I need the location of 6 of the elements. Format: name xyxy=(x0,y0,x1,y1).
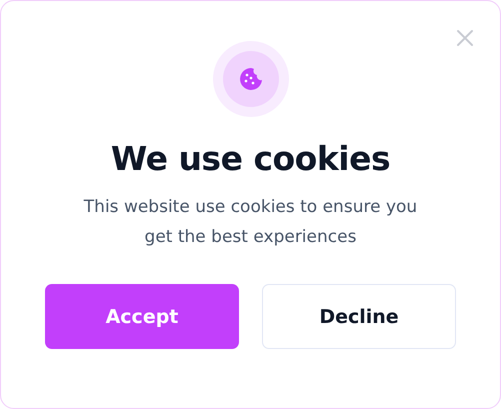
dialog-message: This website use cookies to ensure you get the best experiences xyxy=(82,196,418,249)
decline-button[interactable]: Decline xyxy=(262,284,456,349)
dialog-title: We use cookies xyxy=(110,139,390,178)
close-icon[interactable] xyxy=(456,29,474,47)
accept-button[interactable]: Accept xyxy=(45,284,239,349)
cookie-icon xyxy=(238,67,262,91)
